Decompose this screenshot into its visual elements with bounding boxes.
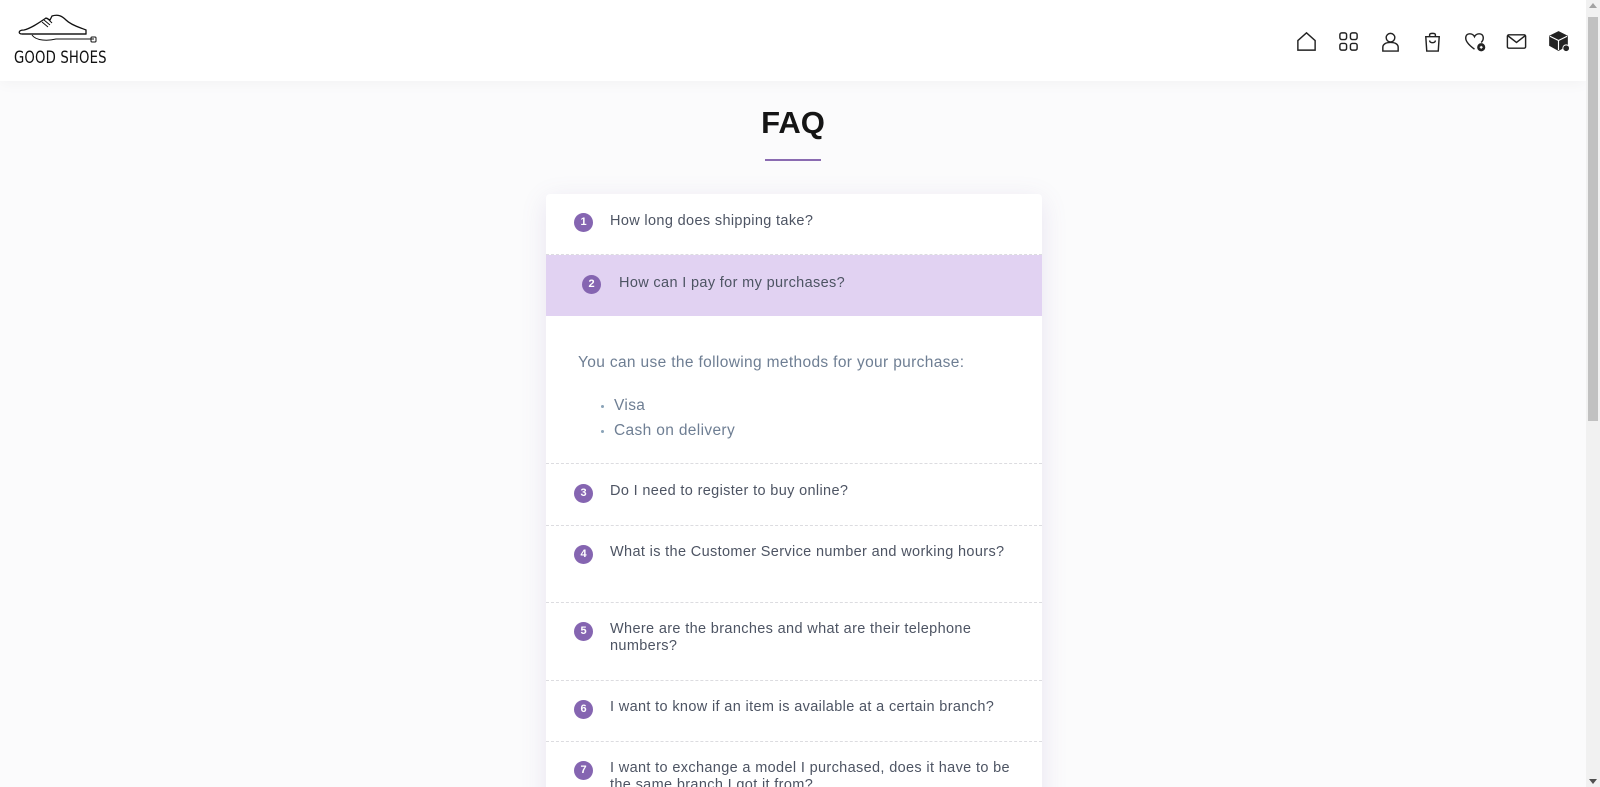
logo[interactable]: GOOD SHOES: [14, 10, 108, 72]
shopping-bag-icon[interactable]: [1421, 30, 1444, 53]
scroll-down-arrow-icon[interactable]: [1589, 779, 1597, 784]
home-icon[interactable]: [1295, 30, 1318, 53]
faq-question: How can I pay for my purchases?: [619, 275, 846, 291]
faq-number-badge: 7: [574, 761, 593, 780]
faq-item-2-active[interactable]: 2 How can I pay for my purchases?: [546, 255, 1042, 316]
faq-answer-panel: You can use the following methods for yo…: [546, 316, 1042, 464]
faq-number-badge: 6: [574, 700, 593, 719]
faq-item-6[interactable]: 6 I want to know if an item is available…: [546, 681, 1042, 742]
faq-question: Where are the branches and what are thei…: [610, 621, 972, 654]
page-scrollbar[interactable]: [1586, 0, 1600, 787]
faq-number-badge: 4: [574, 545, 593, 564]
payment-method-visa: Visa: [614, 393, 735, 418]
site-header: GOOD SHOES: [0, 0, 1586, 81]
payment-methods-list: Visa Cash on delivery: [614, 393, 735, 443]
faq-question: I want to exchange a model I purchased, …: [610, 760, 1010, 787]
faq-item-7[interactable]: 7 I want to exchange a model I purchased…: [546, 742, 1042, 787]
package-icon[interactable]: [1547, 30, 1570, 53]
scroll-up-arrow-icon[interactable]: [1589, 3, 1597, 8]
faq-number-badge: 3: [574, 484, 593, 503]
faq-question: How long does shipping take?: [610, 213, 814, 229]
faq-accordion: 1 How long does shipping take? 2 How can…: [546, 194, 1042, 787]
brand-name: GOOD SHOES: [14, 48, 107, 68]
shoe-logo-icon: [18, 14, 97, 43]
title-underline: [765, 159, 821, 161]
faq-item-3[interactable]: 3 Do I need to register to buy online?: [546, 464, 1042, 526]
faq-number-badge: 5: [574, 622, 593, 641]
faq-item-1[interactable]: 1 How long does shipping take?: [546, 194, 1042, 255]
faq-number-badge: 1: [574, 213, 593, 232]
page-title: FAQ: [761, 105, 825, 140]
payment-method-cod: Cash on delivery: [614, 418, 735, 443]
faq-question: Do I need to register to buy online?: [610, 483, 849, 499]
scroll-thumb[interactable]: [1588, 17, 1598, 421]
faq-question: I want to know if an item is available a…: [610, 699, 995, 715]
grid-icon[interactable]: [1337, 30, 1360, 53]
answer-intro: You can use the following methods for yo…: [578, 354, 965, 371]
wishlist-icon[interactable]: [1463, 30, 1486, 53]
faq-item-4[interactable]: 4 What is the Customer Service number an…: [546, 526, 1042, 603]
faq-item-5[interactable]: 5 Where are the branches and what are th…: [546, 603, 1042, 681]
mail-icon[interactable]: [1505, 30, 1528, 53]
user-icon[interactable]: [1379, 30, 1402, 53]
header-nav: [1295, 30, 1570, 53]
faq-question: What is the Customer Service number and …: [610, 544, 1005, 560]
faq-number-badge: 2: [582, 275, 601, 294]
